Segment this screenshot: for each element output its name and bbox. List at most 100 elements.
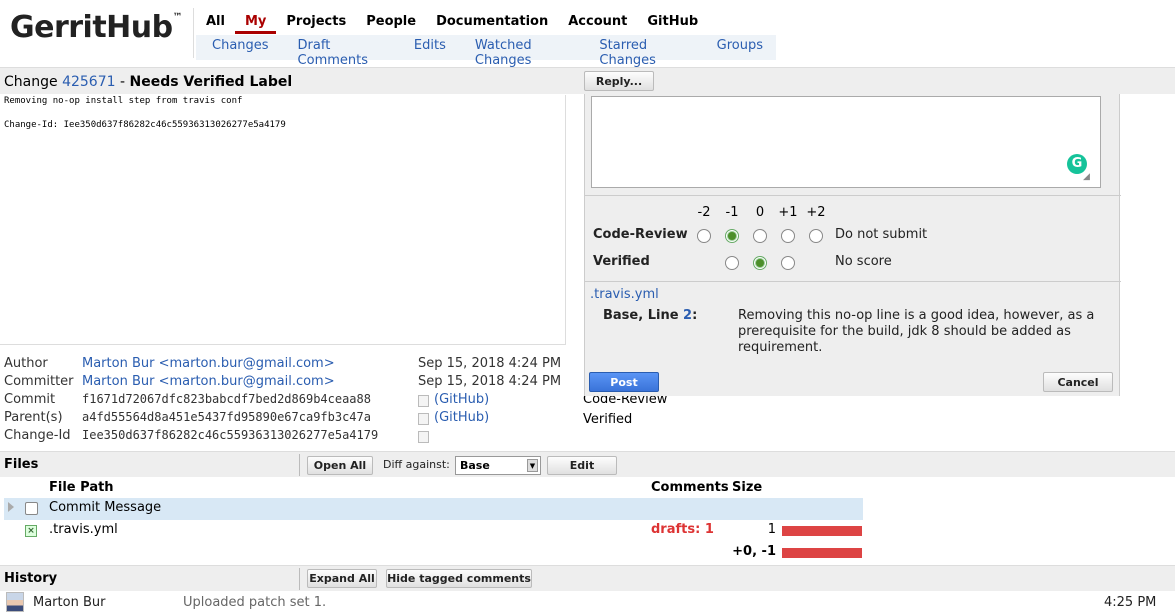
files-header-bar: Files Open All Diff against: Base ▼ Edit xyxy=(0,451,1175,477)
logo-text: GerritHub xyxy=(10,10,173,45)
verified-description: No score xyxy=(835,254,892,269)
open-all-button[interactable]: Open All xyxy=(307,456,373,475)
committer-date: Sep 15, 2018 4:24 PM xyxy=(418,374,562,389)
draft-comment-text: Removing this no-op line is a good idea,… xyxy=(738,308,1095,355)
edit-button[interactable]: Edit xyxy=(547,456,617,475)
post-button[interactable]: Post xyxy=(589,372,659,392)
menu-people[interactable]: People xyxy=(356,8,426,34)
cancel-button[interactable]: Cancel xyxy=(1043,372,1113,392)
verified-radio-minus1[interactable] xyxy=(725,256,739,270)
submenu-edits[interactable]: Edits xyxy=(398,35,459,60)
submenu-watched-changes[interactable]: Watched Changes xyxy=(459,35,584,68)
verified-radio-plus1[interactable] xyxy=(781,256,795,270)
reviewed-checkbox[interactable] xyxy=(25,502,38,515)
avatar xyxy=(6,592,24,612)
copy-change-id-icon[interactable] xyxy=(418,431,429,443)
size-bar xyxy=(782,526,862,536)
change-separator: - xyxy=(119,74,126,90)
top-header: GerritHub™ All My Projects People Docume… xyxy=(0,0,1175,68)
code-review-radio-plus1[interactable] xyxy=(781,229,795,243)
table-row[interactable]: Commit Message xyxy=(4,498,863,520)
commit-change-id-line: Change-Id: Iee350d637f86282c46c559363130… xyxy=(4,120,286,130)
draft-file-link[interactable]: .travis.yml xyxy=(590,287,659,302)
modified-file-icon: × xyxy=(25,525,37,537)
vote-header-minus1: -1 xyxy=(725,205,739,220)
code-review-radio-minus1[interactable] xyxy=(725,229,739,243)
author-label: Author xyxy=(4,356,48,371)
list-item[interactable]: Marton Bur Uploaded patch set 1. 4:25 PM xyxy=(0,592,1175,615)
change-id-label: Change-Id xyxy=(4,428,71,443)
code-review-vote-row: Code-Review Do not submit xyxy=(585,225,1121,247)
change-number-link[interactable]: 425671 xyxy=(62,74,115,90)
submenu-groups[interactable]: Groups xyxy=(701,35,776,60)
file-name-link[interactable]: .travis.yml xyxy=(49,522,118,537)
code-review-description: Do not submit xyxy=(835,227,928,242)
column-comments: Comments xyxy=(651,480,729,495)
copy-commit-icon[interactable] xyxy=(418,395,429,407)
commit-row: Commit f1671d72067dfc823babcdf7bed2d869b… xyxy=(4,392,564,410)
author-link[interactable]: Marton Bur <marton.bur@gmail.com> xyxy=(82,356,335,371)
change-title: Change 425671 - Needs Verified Label xyxy=(4,74,292,90)
total-size-bar xyxy=(782,548,862,558)
parent-github-link[interactable]: (GitHub) xyxy=(434,410,489,425)
draft-line-suffix: : xyxy=(692,308,698,323)
menu-my[interactable]: My xyxy=(234,8,277,34)
divider xyxy=(585,281,1121,282)
resize-handle-icon[interactable]: ◢ xyxy=(1083,172,1093,182)
committer-row: Committer Marton Bur <marton.bur@gmail.c… xyxy=(4,374,564,392)
file-size: 1 xyxy=(767,522,776,537)
reply-popup: G ◢ -2 -1 0 +1 +2 Code-Review Do not sub… xyxy=(584,94,1121,396)
code-review-label: Code-Review xyxy=(593,227,688,242)
draft-line-number-link[interactable]: 2 xyxy=(683,308,692,323)
parents-row: Parent(s) a4fd55564d8a451e5437fd95890e67… xyxy=(4,410,564,428)
vote-header-plus1: +1 xyxy=(778,205,798,220)
vote-header-minus2: -2 xyxy=(697,205,711,220)
committer-label: Committer xyxy=(4,374,74,389)
column-size: Size xyxy=(732,480,763,495)
vote-values-header: -2 -1 0 +1 +2 xyxy=(585,205,1121,221)
menu-all[interactable]: All xyxy=(196,8,235,34)
change-prefix: Change xyxy=(4,74,58,90)
code-review-radio-minus2[interactable] xyxy=(697,229,711,243)
hide-tagged-comments-button[interactable]: Hide tagged comments xyxy=(386,569,532,588)
history-author: Marton Bur xyxy=(33,595,106,610)
verified-radio-zero[interactable] xyxy=(753,256,767,270)
copy-parent-icon[interactable] xyxy=(418,413,429,425)
draft-line-prefix: Base, Line xyxy=(603,308,679,323)
diff-against-select[interactable]: Base ▼ xyxy=(455,456,541,475)
commit-github-link[interactable]: (GitHub) xyxy=(434,392,489,407)
submenu-draft-comments[interactable]: Draft Comments xyxy=(282,35,398,68)
secondary-menu: Changes Draft Comments Edits Watched Cha… xyxy=(196,35,776,68)
labels-summary: Code-Review Verified xyxy=(583,390,667,430)
file-table-header: File Path Comments Size xyxy=(0,480,863,498)
history-title: History xyxy=(4,571,58,586)
diff-against-value: Base xyxy=(460,459,490,472)
parents-label: Parent(s) xyxy=(4,410,63,425)
logo-trademark: ™ xyxy=(172,12,183,23)
draft-line-ref: Base, Line 2: xyxy=(603,308,697,323)
expand-triangle-icon[interactable] xyxy=(8,502,14,512)
commit-message: Removing no-op install step from travis … xyxy=(0,95,566,345)
change-info-table: Author Marton Bur <marton.bur@gmail.com>… xyxy=(4,356,564,446)
verified-vote-row: Verified No score xyxy=(585,252,1121,274)
commit-label: Commit xyxy=(4,392,56,407)
grammarly-icon[interactable]: G xyxy=(1067,154,1087,174)
reply-button[interactable]: Reply... xyxy=(584,71,654,91)
menu-projects[interactable]: Projects xyxy=(276,8,356,34)
divider xyxy=(585,195,1121,196)
menu-account[interactable]: Account xyxy=(558,8,637,34)
chevron-down-icon: ▼ xyxy=(527,459,538,472)
reply-message-textarea[interactable] xyxy=(591,96,1101,188)
code-review-radio-zero[interactable] xyxy=(753,229,767,243)
expand-all-button[interactable]: Expand All xyxy=(307,569,377,588)
gerrithub-logo[interactable]: GerritHub™ xyxy=(10,10,183,45)
file-name-link[interactable]: Commit Message xyxy=(49,500,161,515)
table-row[interactable]: × .travis.yml drafts: 1 1 xyxy=(4,520,863,542)
menu-github[interactable]: GitHub xyxy=(637,8,708,34)
vote-header-plus2: +2 xyxy=(806,205,826,220)
submenu-changes[interactable]: Changes xyxy=(196,35,282,60)
menu-documentation[interactable]: Documentation xyxy=(426,8,558,34)
committer-link[interactable]: Marton Bur <marton.bur@gmail.com> xyxy=(82,374,335,389)
submenu-starred-changes[interactable]: Starred Changes xyxy=(583,35,700,68)
code-review-radio-plus2[interactable] xyxy=(809,229,823,243)
